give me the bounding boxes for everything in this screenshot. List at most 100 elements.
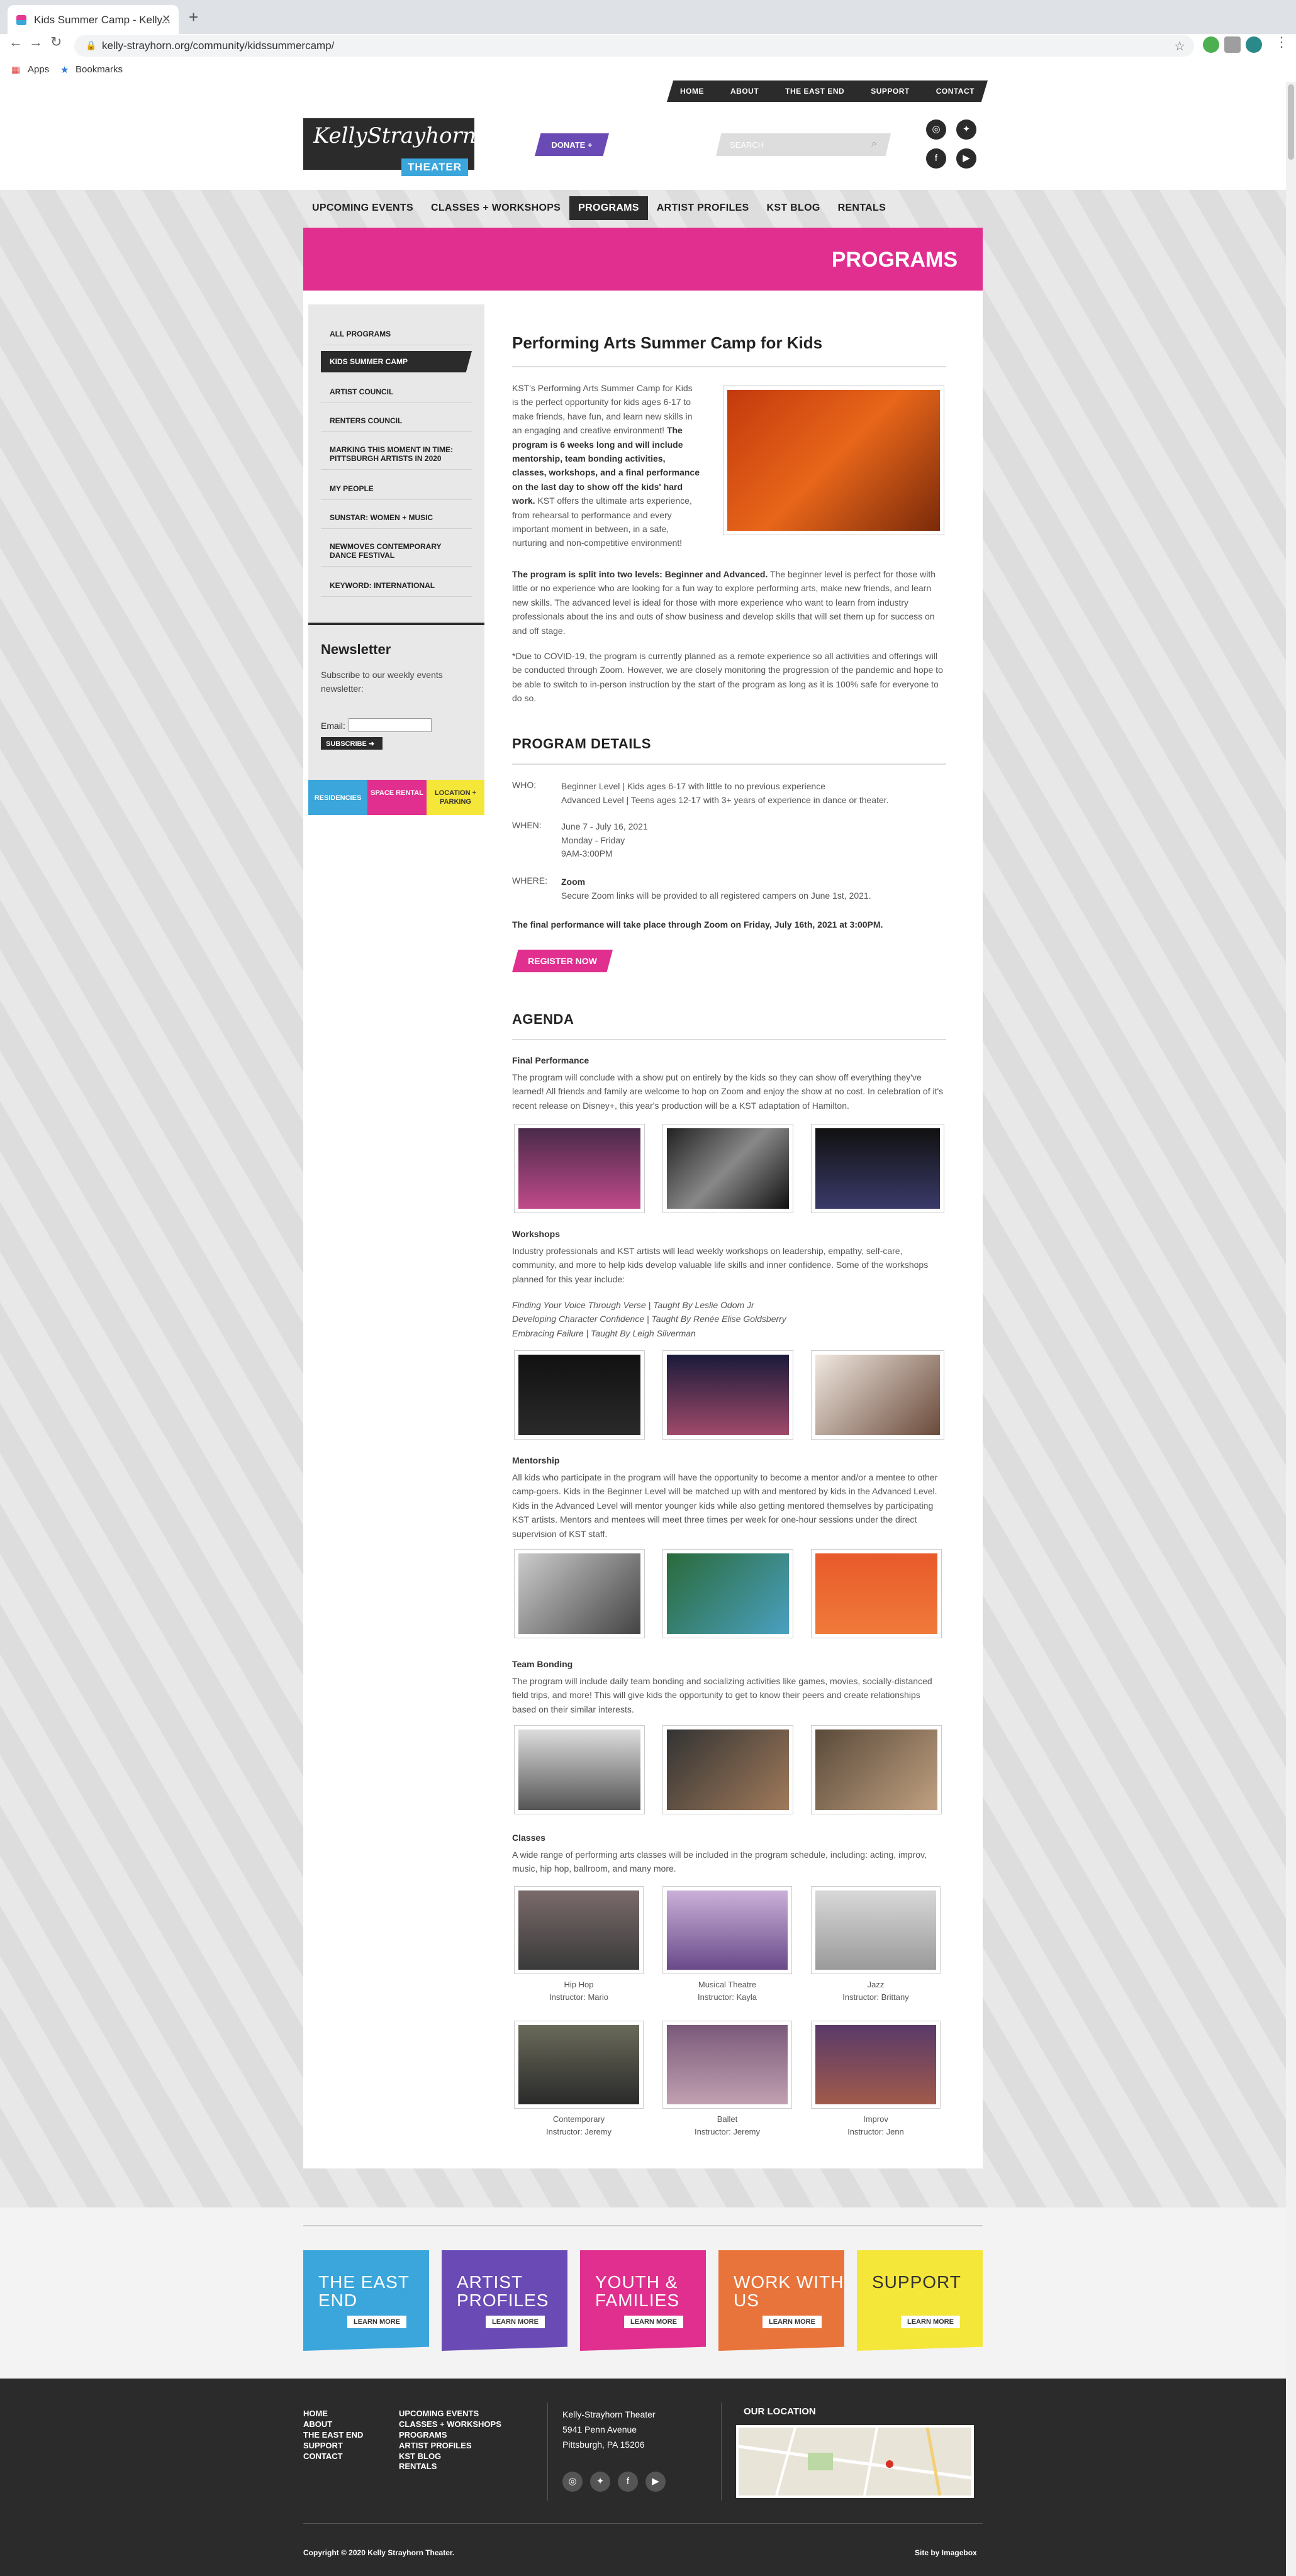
subscribe-label: SUBSCRIBE — [326, 740, 367, 748]
final-performance-text: The program will conclude with a show pu… — [512, 1072, 944, 1111]
instagram-icon[interactable]: ◎ — [926, 119, 946, 140]
address-line: 5941 Penn Avenue — [562, 2424, 637, 2434]
youth-families-tile[interactable]: YOUTH & FAMILIES LEARN MORE — [580, 2250, 706, 2351]
footer-link[interactable]: HOME — [303, 2409, 363, 2419]
reload-icon[interactable]: ↻ — [50, 34, 62, 50]
nav-classes-workshops[interactable]: CLASSES + WORKSHOPS — [422, 196, 569, 220]
class-photo-ballet — [663, 2021, 791, 2108]
footer-link[interactable]: CLASSES + WORKSHOPS — [399, 2419, 501, 2430]
nav-upcoming-events[interactable]: UPCOMING EVENTS — [303, 196, 422, 220]
location-parking-tile[interactable]: LOCATION + PARKING — [427, 780, 484, 815]
who-label: WHO: — [512, 780, 537, 790]
sidebar-item-artist-council[interactable]: ARTIST COUNCIL — [321, 381, 472, 403]
bookmark-apps[interactable]: Apps — [28, 64, 49, 75]
learn-more-button[interactable]: LEARN MORE — [763, 2316, 822, 2328]
sidebar-item-my-people[interactable]: MY PEOPLE — [321, 478, 472, 500]
close-tab-icon[interactable]: ✕ — [162, 13, 171, 26]
subscribe-button[interactable]: SUBSCRIBE ➜ — [321, 737, 383, 750]
extension-icon[interactable] — [1203, 36, 1219, 53]
browser-tab[interactable]: Kids Summer Camp - Kelly... ✕ — [8, 5, 179, 34]
location-heading: OUR LOCATION — [744, 2406, 816, 2417]
learn-more-button[interactable]: LEARN MORE — [486, 2316, 545, 2328]
sidebar-item-newmoves[interactable]: NEWMOVES CONTEMPORARY DANCE FESTIVAL — [321, 536, 472, 567]
donate-button[interactable]: DONATE + — [535, 133, 609, 156]
footer-link[interactable]: CONTACT — [303, 2451, 363, 2462]
sidebar-item-keyword-international[interactable]: KEYWORD: INTERNATIONAL — [321, 575, 472, 597]
footer-link[interactable]: UPCOMING EVENTS — [399, 2409, 501, 2419]
sidebar-item-kids-summer-camp[interactable]: KIDS SUMMER CAMP — [321, 351, 472, 373]
class-name: Jazz — [867, 1980, 885, 1989]
learn-more-button[interactable]: LEARN MORE — [624, 2316, 683, 2328]
footer-link[interactable]: ABOUT — [303, 2419, 363, 2430]
youtube-icon[interactable]: ▶ — [956, 148, 976, 169]
footer-link[interactable]: THE EAST END — [303, 2430, 363, 2441]
forward-icon[interactable]: → — [29, 34, 43, 50]
register-now-button[interactable]: REGISTER NOW — [512, 950, 613, 972]
nav-artist-profiles[interactable]: ARTIST PROFILES — [648, 196, 758, 220]
extensions-puzzle-icon[interactable] — [1224, 36, 1241, 53]
top-nav-east-end[interactable]: THE EAST END — [785, 87, 844, 96]
youtube-icon[interactable]: ▶ — [645, 2472, 666, 2492]
team-photo — [812, 1726, 941, 1814]
footer-link[interactable]: ARTIST PROFILES — [399, 2441, 501, 2451]
site-logo[interactable]: KellyStrayhorn THEATER — [303, 118, 476, 176]
address-line: Pittsburgh, PA 15206 — [562, 2439, 645, 2450]
back-icon[interactable]: ← — [9, 34, 23, 50]
bookmark-bookmarks[interactable]: Bookmarks — [75, 64, 123, 75]
work-with-us-tile[interactable]: WORK WITH US LEARN MORE — [718, 2250, 844, 2351]
facebook-icon[interactable]: f — [926, 148, 946, 169]
class-instructor: Instructor: Jeremy — [545, 2126, 612, 2136]
browser-menu-icon[interactable]: ⋮ — [1275, 34, 1288, 50]
sidebar-item-all-programs[interactable]: ALL PROGRAMS — [321, 323, 472, 345]
favicon-icon — [16, 15, 26, 25]
site-credit[interactable]: Site by Imagebox — [915, 2548, 977, 2557]
nav-programs[interactable]: PROGRAMS — [569, 196, 648, 220]
search-icon[interactable]: ⌕ — [871, 138, 877, 150]
scrollbar-track[interactable] — [1286, 82, 1296, 2576]
map-pin-icon — [886, 2460, 893, 2468]
class-instructor: Instructor: Brittany — [842, 1992, 909, 2002]
when-label: WHEN: — [512, 820, 542, 830]
twitter-icon[interactable]: ✦ — [590, 2472, 610, 2492]
sidebar-item-renters-council[interactable]: RENTERS COUNCIL — [321, 410, 472, 432]
nav-kst-blog[interactable]: KST BLOG — [758, 196, 829, 220]
top-nav-about[interactable]: ABOUT — [730, 87, 759, 96]
location-map[interactable] — [736, 2425, 974, 2498]
artist-profiles-tile[interactable]: ARTIST PROFILES LEARN MORE — [442, 2250, 567, 2351]
footer-link[interactable]: SUPPORT — [303, 2441, 363, 2451]
url-bar[interactable]: 🔒 kelly-strayhorn.org/community/kidssumm… — [74, 35, 1194, 57]
top-nav-contact[interactable]: CONTACT — [936, 87, 975, 96]
footer-link[interactable]: KST BLOG — [399, 2451, 501, 2462]
facebook-icon[interactable]: f — [618, 2472, 638, 2492]
email-label: Email: — [321, 721, 345, 731]
footer-link[interactable]: PROGRAMS — [399, 2430, 501, 2441]
class-name: Improv — [863, 2114, 888, 2124]
new-tab-icon[interactable]: + — [189, 8, 198, 27]
scrollbar-thumb[interactable] — [1288, 84, 1294, 160]
sidebar-item-marking-this-moment[interactable]: MARKING THIS MOMENT IN TIME: PITTSBURGH … — [321, 439, 472, 470]
space-rental-tile[interactable]: SPACE RENTAL — [367, 780, 427, 815]
workshops-text: Industry professionals and KST artists w… — [512, 1246, 929, 1284]
bookmark-star-icon[interactable]: ☆ — [1174, 38, 1185, 54]
profile-avatar[interactable] — [1246, 36, 1262, 53]
tile-title: SUPPORT — [872, 2272, 961, 2292]
agenda-heading: AGENDA — [512, 1011, 574, 1027]
top-nav-home[interactable]: HOME — [680, 87, 704, 96]
residencies-tile[interactable]: RESIDENCIES — [308, 780, 367, 815]
sidebar-item-sunstar[interactable]: SUNSTAR: WOMEN + MUSIC — [321, 507, 472, 529]
learn-more-button[interactable]: LEARN MORE — [901, 2316, 960, 2328]
class-caption: Contemporary Instructor: Jeremy — [516, 2113, 642, 2138]
instagram-icon[interactable]: ◎ — [562, 2472, 583, 2492]
email-field[interactable] — [349, 718, 432, 732]
site-header — [0, 79, 1296, 190]
apps-grid-icon: ▦ — [11, 65, 21, 75]
nav-rentals[interactable]: RENTALS — [829, 196, 895, 220]
lock-icon: 🔒 — [86, 40, 97, 50]
footer-link[interactable]: RENTALS — [399, 2462, 501, 2472]
twitter-icon[interactable]: ✦ — [956, 119, 976, 140]
search-input[interactable]: SEARCH ⌕ — [716, 133, 891, 156]
east-end-tile[interactable]: THE EAST END LEARN MORE — [303, 2250, 429, 2351]
support-tile[interactable]: SUPPORT LEARN MORE — [857, 2250, 983, 2351]
top-nav-support[interactable]: SUPPORT — [871, 87, 910, 96]
learn-more-button[interactable]: LEARN MORE — [347, 2316, 406, 2328]
